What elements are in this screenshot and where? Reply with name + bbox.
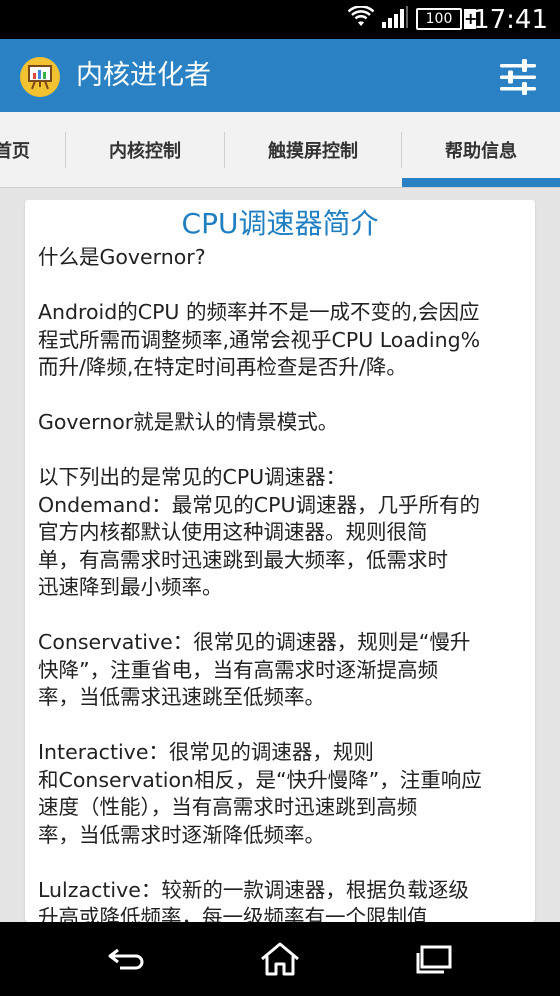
status-time: 17:41 bbox=[473, 5, 548, 35]
help-paragraph: Governor就是默认的情景模式。 bbox=[38, 409, 530, 437]
app-bar: 内核进化者 bbox=[0, 39, 560, 112]
battery-level: 100 bbox=[416, 8, 462, 30]
help-text-line: Android的CPU 的频率并不是一成不变的,会因应 bbox=[38, 300, 480, 324]
back-arrow-icon bbox=[108, 948, 144, 970]
signal-icon bbox=[382, 6, 408, 32]
help-text-line: 快降”，注重省电，当有高需求时逐渐提高频 bbox=[38, 657, 439, 682]
help-content-card[interactable]: CPU调速器简介 什么是Governor? Android的CPU 的频率并不是一… bbox=[25, 200, 535, 922]
content-body: 什么是Governor? Android的CPU 的频率并不是一成不变的,会因应程… bbox=[38, 244, 530, 922]
help-text-line: 而升/降频,在特定时间再检查是否升/降。 bbox=[38, 355, 407, 379]
help-text-line: 率，当低需求迅速跳至低频率。 bbox=[38, 685, 325, 709]
help-text-line: Ondemand：最常见的CPU调速器，几乎所有的 bbox=[38, 492, 480, 517]
help-text-line: 程式所需而调整频率,通常会视乎CPU Loading% bbox=[38, 327, 481, 352]
tab-bar: 首页 内核控制 触摸屏控制 帮助信息 bbox=[0, 112, 560, 188]
tab-touchscreen-control[interactable]: 触摸屏控制 bbox=[225, 112, 401, 187]
battery-icon: 100 + bbox=[416, 8, 477, 30]
recent-apps-button[interactable] bbox=[406, 936, 466, 982]
help-text-line: 以下列出的是常见的CPU调速器： bbox=[38, 465, 347, 489]
help-text-line: 和Conservation相反，是“快升慢降”，注重响应 bbox=[38, 767, 482, 792]
help-text-line: Governor就是默认的情景模式。 bbox=[38, 410, 339, 434]
tab-home[interactable]: 首页 bbox=[0, 112, 64, 187]
help-text-line: 官方内核都默认使用这种调速器。规则很简 bbox=[38, 520, 428, 544]
help-text-line: 单，有高需求时迅速跳到最大频率，低需求时 bbox=[38, 547, 448, 572]
help-paragraph: Interactive：很常见的调速器，规则和Conservation相反，是“… bbox=[38, 739, 530, 849]
back-button[interactable] bbox=[96, 936, 156, 982]
app-title: 内核进化者 bbox=[76, 60, 211, 91]
sliders-icon bbox=[500, 59, 536, 95]
help-paragraph: 以下列出的是常见的CPU调速器： Ondemand：最常见的CPU调速器，几乎所有… bbox=[38, 464, 530, 602]
help-text-line: 升高或降低频率，每一级频率有一个限制值 bbox=[38, 905, 428, 922]
navigation-bar bbox=[0, 922, 560, 996]
tab-help-info[interactable]: 帮助信息 bbox=[402, 112, 560, 187]
help-text-line: Interactive：很常见的调速器，规则 bbox=[38, 740, 374, 764]
help-text-line: 迅速降到最小频率。 bbox=[38, 575, 223, 599]
help-text-line: 率，当低需求时逐渐降低频率。 bbox=[38, 822, 325, 847]
help-paragraph: Android的CPU 的频率并不是一成不变的,会因应 程式所需而调整频率,通常会… bbox=[38, 299, 530, 382]
home-button[interactable] bbox=[250, 936, 310, 982]
status-bar: 100 + 17:41 bbox=[0, 0, 560, 39]
help-text-line: Conservative：很常见的调速器，规则是“慢升 bbox=[38, 630, 471, 654]
help-text-line: 速度（性能），当有高需求时迅速跳到高频 bbox=[38, 795, 418, 819]
settings-button[interactable] bbox=[498, 57, 538, 97]
help-paragraph: Lulzactive：较新的一款调速器，根据负载逐级升高或降低频率，每一级频率有… bbox=[38, 877, 530, 923]
help-paragraph: Conservative：很常见的调速器，规则是“慢升 快降”，注重省电，当有高需… bbox=[38, 629, 530, 712]
content-title: CPU调速器简介 bbox=[181, 207, 379, 240]
help-paragraph: 什么是Governor? bbox=[38, 244, 530, 272]
help-text-line: Lulzactive：较新的一款调速器，根据负载逐级 bbox=[38, 877, 469, 902]
selected-tab-indicator bbox=[402, 178, 560, 187]
home-icon bbox=[261, 942, 299, 976]
recent-apps-icon bbox=[416, 945, 452, 974]
status-icons: 100 + bbox=[347, 5, 477, 32]
wifi-icon bbox=[347, 5, 375, 32]
presentation-board-icon bbox=[20, 57, 60, 97]
help-text-line: 什么是Governor? bbox=[38, 245, 206, 269]
tab-kernel-control[interactable]: 内核控制 bbox=[66, 112, 224, 187]
